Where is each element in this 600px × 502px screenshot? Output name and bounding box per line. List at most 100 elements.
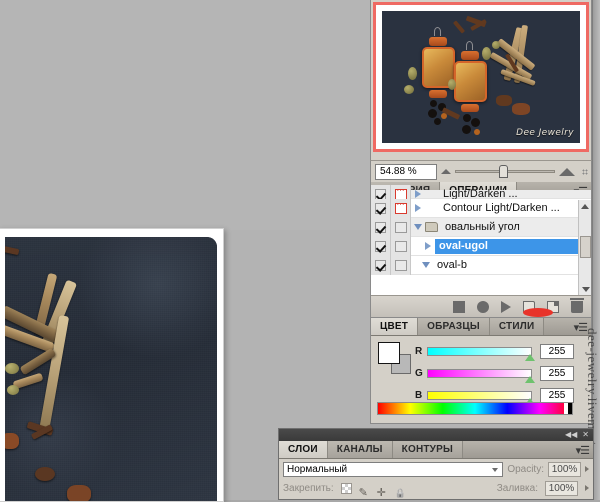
action-enabled-checkbox[interactable] xyxy=(371,236,391,256)
cardamom-pod xyxy=(5,363,19,374)
earring-hook-icon xyxy=(434,27,441,36)
thumbnail-cardamom-pod xyxy=(482,47,491,60)
action-label: oval-b xyxy=(437,258,467,271)
zoom-slider[interactable] xyxy=(455,165,555,178)
action-set-dialog-toggle[interactable] xyxy=(391,217,411,237)
tab-color[interactable]: ЦВЕТ xyxy=(371,318,419,335)
scroll-down-button[interactable] xyxy=(579,283,592,295)
trash-icon[interactable] xyxy=(570,297,584,313)
action-dialog-toggle[interactable] xyxy=(391,236,411,256)
folder-icon xyxy=(425,222,438,232)
expand-arrow-icon[interactable] xyxy=(411,204,425,212)
zoom-in-icon[interactable] xyxy=(559,167,575,176)
record-icon[interactable] xyxy=(477,300,489,313)
expand-arrow-icon[interactable] xyxy=(411,190,425,198)
scroll-up-button[interactable] xyxy=(579,200,591,212)
table-row[interactable]: Contour Light/Darken ... xyxy=(371,198,591,218)
navigator-thumbnail[interactable]: Dee Jewelry xyxy=(382,11,580,143)
table-row[interactable]: oval-ugol xyxy=(371,236,591,256)
thumbnail-watermark: Dee Jewelry xyxy=(516,128,574,138)
channel-label-g: G xyxy=(415,367,423,379)
action-dialog-toggle[interactable] xyxy=(391,255,411,275)
channel-value-g[interactable]: 255 xyxy=(540,365,574,381)
navigator-preview-frame[interactable]: Dee Jewelry xyxy=(373,2,589,152)
actions-scrollbar[interactable] xyxy=(578,200,591,295)
action-dialog-toggle[interactable] xyxy=(391,198,411,218)
earring-cap xyxy=(429,37,447,46)
earring-cap xyxy=(461,104,479,112)
color-panel: ЦВЕТ ОБРАЗЦЫ СТИЛИ ▾☰ R 255 G 255 B 255 xyxy=(370,318,592,424)
fill-stepper-icon[interactable] xyxy=(585,485,589,491)
collapse-arrow-icon[interactable] xyxy=(419,262,433,268)
stop-icon[interactable] xyxy=(453,300,465,313)
tab-channels[interactable]: КАНАЛЫ xyxy=(327,441,393,458)
resize-grip-icon[interactable] xyxy=(582,168,588,175)
actions-footer-toolbar xyxy=(371,295,591,317)
lock-image-icon[interactable] xyxy=(359,483,370,494)
earring-bead xyxy=(434,118,441,125)
document-window[interactable] xyxy=(0,228,224,502)
earring-bead xyxy=(430,100,437,107)
channel-value-r[interactable]: 255 xyxy=(540,343,574,359)
red-highlight-annotation xyxy=(523,308,553,317)
channel-label-r: R xyxy=(415,345,423,357)
thumbnail-star-anise xyxy=(496,95,512,106)
fill-input[interactable]: 100% xyxy=(545,480,578,496)
action-set-enabled-checkbox[interactable] xyxy=(371,217,391,237)
thumbnail-cardamom-pod xyxy=(404,85,414,94)
chevron-down-icon[interactable] xyxy=(492,467,499,472)
zoom-percentage-input[interactable]: 54.88 % xyxy=(375,163,437,180)
layers-titlebar[interactable]: ◀◀ ✕ xyxy=(279,429,593,441)
color-swatches[interactable] xyxy=(378,342,412,374)
zoom-bar: 54.88 % xyxy=(370,160,592,182)
photo-canvas[interactable] xyxy=(5,237,217,501)
tab-swatches[interactable]: ОБРАЗЦЫ xyxy=(418,318,490,335)
channel-value-b[interactable]: 255 xyxy=(540,387,574,403)
lock-all-icon[interactable] xyxy=(395,483,406,494)
earring-bead xyxy=(428,109,437,118)
actions-list[interactable]: Light/Darken ... Contour Light/Darken ..… xyxy=(371,184,591,295)
opacity-input[interactable]: 100% xyxy=(548,461,581,477)
color-spectrum-ramp[interactable] xyxy=(377,402,573,415)
table-row[interactable]: oval-b xyxy=(371,255,591,275)
panel-menu-icon[interactable]: ▾☰ xyxy=(574,321,588,334)
table-row[interactable]: овальный угол xyxy=(371,217,591,237)
lock-position-icon[interactable] xyxy=(377,483,388,494)
channel-slider-g[interactable] xyxy=(427,368,535,383)
channel-row-r: R 255 xyxy=(415,343,574,361)
channel-row-g: G 255 xyxy=(415,365,574,383)
action-label: Contour Light/Darken ... xyxy=(443,201,560,214)
blend-mode-select[interactable]: Нормальный xyxy=(283,461,504,477)
lock-transparency-icon[interactable] xyxy=(340,482,352,494)
action-enabled-checkbox[interactable] xyxy=(371,255,391,275)
close-icon[interactable]: ✕ xyxy=(582,430,589,440)
scrollbar-thumb[interactable] xyxy=(580,236,591,258)
slider-thumb-icon[interactable] xyxy=(525,375,535,383)
star-anise xyxy=(5,433,19,449)
star-anise xyxy=(67,485,91,501)
zoom-slider-thumb[interactable] xyxy=(499,165,509,178)
tab-paths[interactable]: КОНТУРЫ xyxy=(392,441,463,458)
opacity-stepper-icon[interactable] xyxy=(585,466,589,472)
opacity-label: Opacity: xyxy=(507,463,544,475)
lock-label: Закрепить: xyxy=(283,482,334,494)
channel-slider-b[interactable] xyxy=(427,390,535,405)
tab-styles[interactable]: СТИЛИ xyxy=(489,318,545,335)
action-enabled-checkbox[interactable] xyxy=(371,198,391,218)
foreground-color-swatch[interactable] xyxy=(378,342,400,364)
expand-arrow-icon[interactable] xyxy=(421,242,435,250)
color-tabstrip: ЦВЕТ ОБРАЗЦЫ СТИЛИ ▾☰ xyxy=(371,318,591,336)
thumbnail-cardamom-pod xyxy=(448,79,456,90)
channel-slider-r[interactable] xyxy=(427,346,535,361)
play-icon[interactable] xyxy=(501,300,511,313)
cardamom-pod xyxy=(7,385,19,395)
actions-panel: ИСТОРИЯ ОПЕРАЦИИ ▾☰ Light/Darken ... Con… xyxy=(370,182,592,318)
collapse-arrow-icon[interactable] xyxy=(411,224,425,230)
right-dock-column: Dee Jewelry 54.88 % ИСТОРИЯ ОПЕРАЦИИ ▾☰ … xyxy=(370,0,600,500)
collapse-dock-icon[interactable]: ◀◀ xyxy=(565,430,577,440)
thumbnail-cardamom-pod xyxy=(408,67,417,80)
slider-thumb-icon[interactable] xyxy=(525,353,535,361)
zoom-out-icon[interactable] xyxy=(441,169,451,174)
tab-layers[interactable]: СЛОИ xyxy=(279,441,328,458)
panel-menu-icon[interactable]: ▾☰ xyxy=(576,444,590,457)
